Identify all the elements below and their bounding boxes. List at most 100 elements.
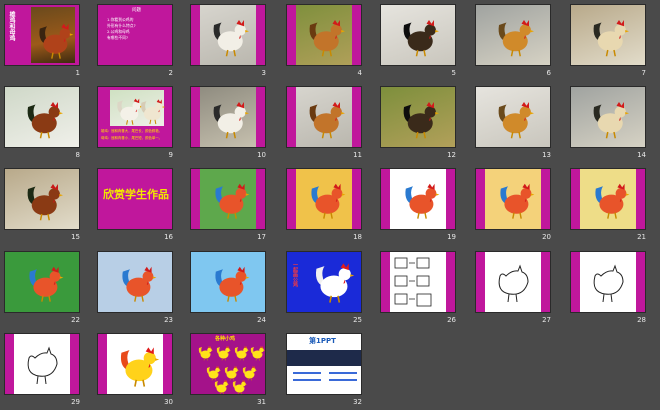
- rooster-cartoon-icon: [311, 258, 357, 304]
- magenta-stripe: [352, 169, 361, 229]
- slide-number: 11: [353, 151, 362, 159]
- chick-cartoon-icon: [231, 378, 248, 394]
- slide-thumbnail[interactable]: [97, 251, 173, 313]
- magenta-stripe: [98, 334, 107, 394]
- man-with-rooster-photo-icon: [209, 15, 252, 58]
- slide-number: 1: [75, 69, 80, 77]
- slide-thumbnail[interactable]: [475, 86, 551, 148]
- slide-thumbnail[interactable]: [190, 4, 266, 66]
- magenta-stripe: [352, 87, 361, 147]
- slide-number: 27: [542, 316, 551, 324]
- slide-thumbnail[interactable]: 欣赏学生作品: [97, 168, 173, 230]
- rooster-drawing-icon: [401, 179, 442, 220]
- slide-number: 7: [641, 69, 646, 77]
- rooster-photo-icon: [35, 19, 76, 60]
- slide-thumbnail[interactable]: 一起画公鸡: [286, 251, 362, 313]
- slide-thumbnail[interactable]: [286, 168, 362, 230]
- magenta-stripe: [287, 169, 296, 229]
- rooster-drawing-icon: [25, 262, 66, 303]
- slide-thumbnail[interactable]: [570, 4, 646, 66]
- slide-thumbnail[interactable]: [4, 333, 80, 395]
- slide-thumbnail[interactable]: [4, 168, 80, 230]
- slide-thumbnail[interactable]: 问题 1.你看到公鸡的 外形有什么特点? 2.公鸡和母鸡 有哪些不同?: [97, 4, 173, 66]
- magenta-stripe: [191, 87, 200, 147]
- slide-thumbnail[interactable]: [570, 86, 646, 148]
- slide-thumbnail[interactable]: [475, 4, 551, 66]
- magenta-stripe: [352, 5, 361, 65]
- ppt-logo-text: 第1PPT: [309, 337, 336, 345]
- rooster-lineart-icon: [589, 262, 629, 304]
- slide-thumbnail[interactable]: [570, 251, 646, 313]
- slide-number: 19: [447, 233, 456, 241]
- magenta-stripe: [636, 169, 645, 229]
- slide-number: 24: [257, 316, 266, 324]
- slide-thumbnail[interactable]: [190, 86, 266, 148]
- magenta-stripe: [571, 169, 580, 229]
- slide-title: 雄鸡和母鸡: [8, 11, 15, 41]
- slide-title: 一起画公鸡: [292, 262, 298, 287]
- slide-title: 各种小鸡: [215, 336, 236, 342]
- rooster-photo-icon: [494, 97, 537, 140]
- magenta-stripe: [476, 169, 485, 229]
- slide-number: 32: [353, 398, 362, 406]
- slide-thumbnail[interactable]: [4, 86, 80, 148]
- slide-text-line: 雄鸡：冠和肉垂大，尾巴长，颜色鲜艳。: [101, 129, 163, 133]
- leaf-rooster-photo-icon: [305, 97, 348, 140]
- rooster-photo-icon: [589, 15, 632, 58]
- rooster-cartoon-icon: [116, 342, 162, 388]
- hen-photo-icon: [23, 97, 66, 140]
- slide-thumbnail[interactable]: [380, 86, 456, 148]
- rooster-photo-icon: [589, 97, 632, 140]
- chickens-photo-icon: [138, 96, 167, 125]
- slide-number: 22: [71, 316, 80, 324]
- slide-text-line: 外形有什么特点?: [107, 23, 136, 28]
- magenta-stripe: [191, 5, 200, 65]
- slide-number: 20: [542, 233, 551, 241]
- magenta-stripe: [476, 252, 485, 312]
- slide-thumbnail[interactable]: 各种小鸡: [190, 333, 266, 395]
- slide-thumbnail[interactable]: [4, 251, 80, 313]
- slide-thumbnail[interactable]: 第1PPT: [286, 333, 362, 395]
- slide-thumbnail[interactable]: [475, 251, 551, 313]
- slide-thumbnail[interactable]: 雄鸡和母鸡: [4, 4, 80, 66]
- slide-text-line: 母鸡：冠和肉垂小，尾巴短，颜色单一。: [101, 136, 163, 140]
- slide-thumbnail[interactable]: [190, 168, 266, 230]
- slide-number: 25: [353, 316, 362, 324]
- magenta-stripe: [256, 87, 265, 147]
- slide-thumbnail[interactable]: [380, 4, 456, 66]
- chick-cartoon-icon: [233, 344, 250, 361]
- slide-number: 2: [168, 69, 173, 77]
- slide-thumbnail[interactable]: [475, 168, 551, 230]
- slide-number: 15: [71, 233, 80, 241]
- slide-number: 4: [357, 69, 362, 77]
- slide-thumbnail[interactable]: [286, 86, 362, 148]
- chickens-lineart-icon: [23, 344, 63, 386]
- rooster-photo-icon: [209, 97, 252, 140]
- link-line: [293, 379, 321, 381]
- magenta-stripe: [256, 5, 265, 65]
- slide-thumbnail[interactable]: [380, 251, 456, 313]
- link-line: [329, 372, 357, 374]
- magenta-stripe: [287, 87, 296, 147]
- chick-cartoon-icon: [215, 344, 232, 361]
- peacock-drawing-icon: [211, 179, 252, 220]
- link-line: [329, 379, 357, 381]
- chick-drawing-icon: [211, 262, 252, 303]
- slide-heading: 问题: [132, 8, 141, 13]
- link-line: [293, 372, 321, 374]
- slide-thumbnail[interactable]: [286, 4, 362, 66]
- magenta-stripe: [446, 169, 455, 229]
- slide-thumbnail[interactable]: [190, 251, 266, 313]
- slide-thumbnail[interactable]: [380, 168, 456, 230]
- rooster-drawing-icon: [496, 179, 537, 220]
- slide-thumbnail[interactable]: 雄鸡：冠和肉垂大，尾巴长，颜色鲜艳。 母鸡：冠和肉垂小，尾巴短，颜色单一。: [97, 86, 173, 148]
- slide-text-line: 有哪些不同?: [107, 35, 128, 40]
- magenta-stripe: [287, 5, 296, 65]
- slide-thumbnail[interactable]: [570, 168, 646, 230]
- slide-thumbnail[interactable]: [97, 333, 173, 395]
- slide-sorter-grid: 雄鸡和母鸡 1 问题 1.你看到公鸡的 外形有什么特点? 2.公鸡和母鸡 有哪些不同? 2…: [0, 0, 660, 410]
- slide-number: 13: [542, 151, 551, 159]
- slide-text-line: 1.你看到公鸡的: [107, 17, 134, 22]
- magenta-stripe: [541, 169, 550, 229]
- magenta-stripe: [5, 334, 14, 394]
